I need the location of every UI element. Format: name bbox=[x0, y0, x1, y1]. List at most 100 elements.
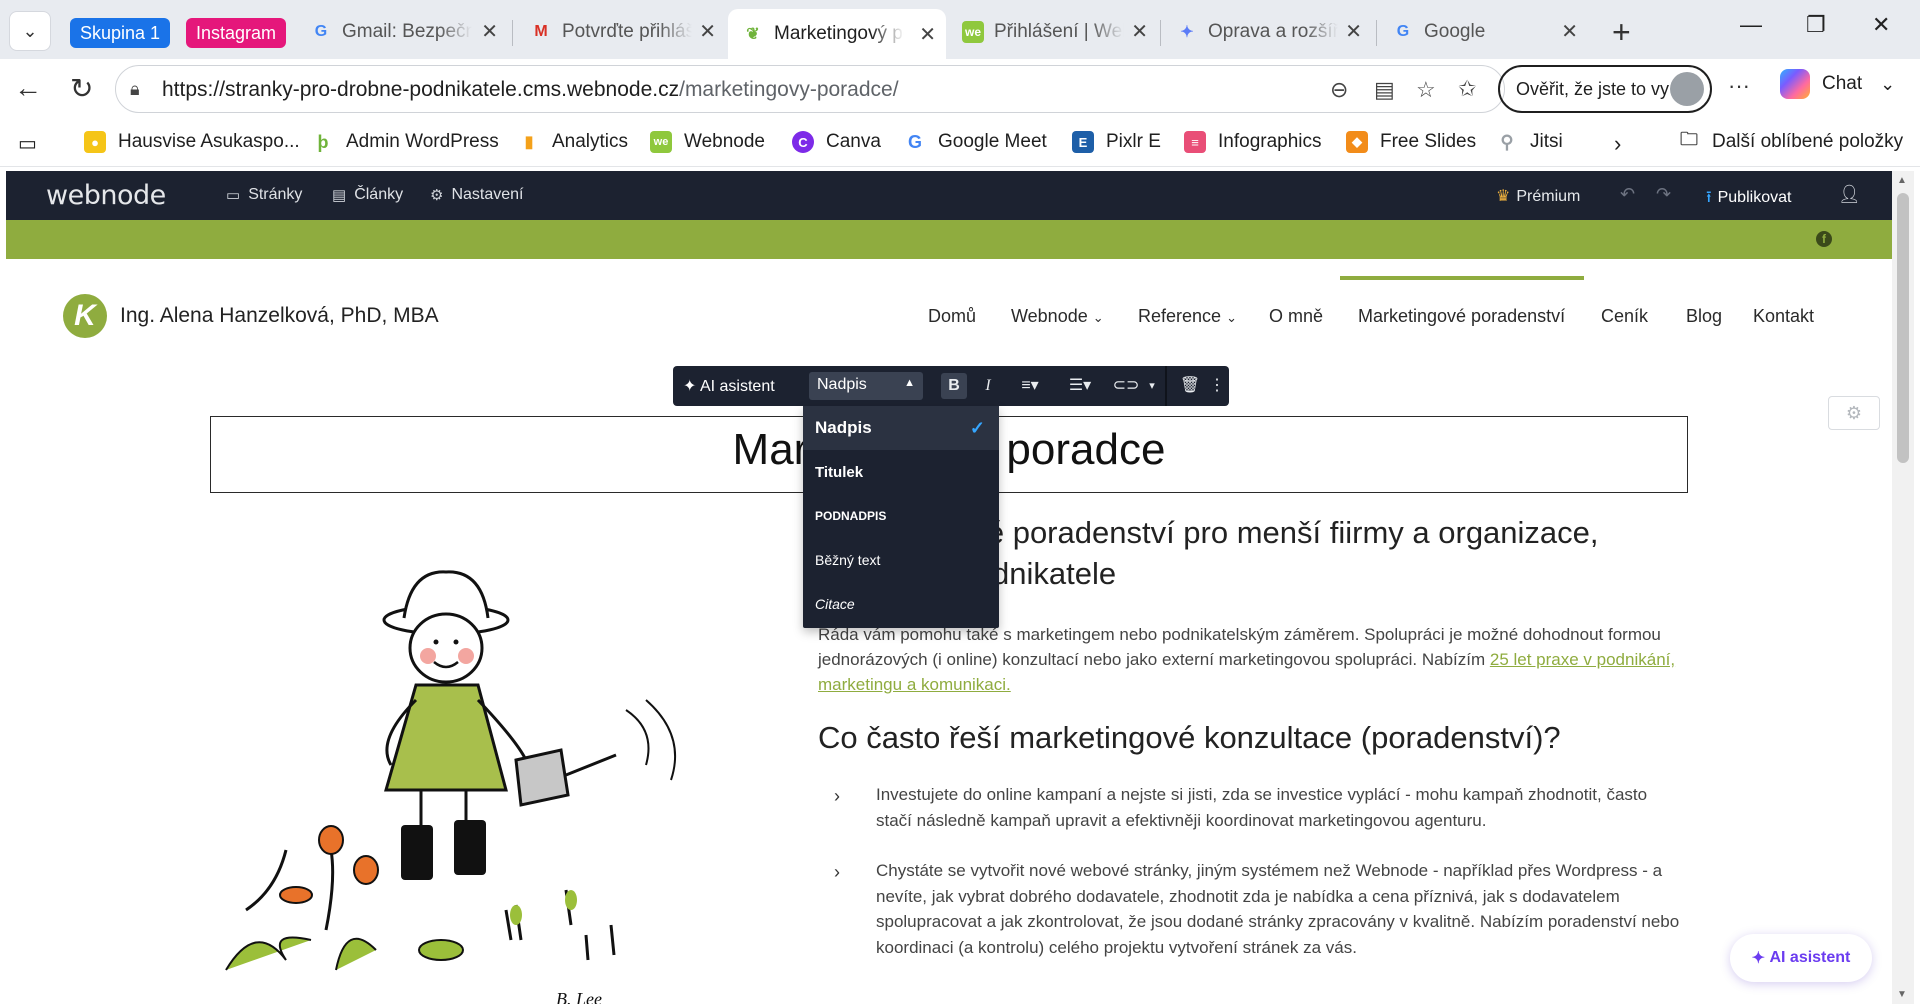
tab-marketing-active[interactable]: ❦ Marketingový poradce ✕ bbox=[728, 9, 946, 59]
url-text[interactable]: https://stranky-pro-drobne-podnikatele.c… bbox=[162, 78, 899, 102]
lock-icon[interactable]: 🔒︎ bbox=[130, 79, 140, 100]
style-option-podnadpis[interactable]: PODNADPIS bbox=[803, 494, 999, 538]
webnode-icon: we bbox=[650, 131, 672, 153]
list-item[interactable]: Investujete do online kampaní a nejste s… bbox=[876, 782, 1686, 833]
bookmark-label: Canva bbox=[826, 131, 881, 152]
webnode-logo[interactable]: webnode bbox=[46, 180, 166, 211]
tab-google[interactable]: G Google ✕ bbox=[1378, 9, 1588, 54]
tab-search-button[interactable]: ⌄ bbox=[9, 11, 51, 51]
premium-button[interactable]: ♛ Prémium bbox=[1496, 186, 1580, 206]
tab-group-skupina[interactable]: Skupina 1 bbox=[70, 18, 171, 48]
folder-icon: 🗀︎ bbox=[1678, 129, 1700, 153]
menu-articles[interactable]: ▤ Články bbox=[332, 186, 403, 204]
reader-mode-icon[interactable]: ▤ bbox=[1374, 77, 1395, 103]
section-heading[interactable]: Co často řeší marketingové konzultace (p… bbox=[818, 720, 1698, 756]
more-menu-icon[interactable]: ··· bbox=[1728, 73, 1750, 99]
reload-button[interactable]: ↻ bbox=[70, 72, 93, 105]
more-vertical-icon[interactable]: ⋮ bbox=[1209, 373, 1225, 399]
undo-icon[interactable]: ↶ bbox=[1620, 184, 1635, 205]
bookmark-google-meet[interactable]: G Google Meet bbox=[904, 131, 1047, 153]
style-option-citace[interactable]: Citace bbox=[803, 582, 999, 626]
tab-confirm-login[interactable]: M Potvrďte přihlášení ✕ bbox=[516, 9, 726, 54]
option-label: Běžný text bbox=[815, 552, 881, 568]
text-style-select[interactable]: Nadpis ▲ bbox=[809, 372, 923, 400]
italic-button[interactable]: I bbox=[975, 373, 1001, 399]
close-icon[interactable]: ✕ bbox=[1131, 19, 1148, 44]
bookmark-hausvise[interactable]: ● Hausvise Asukaspo... bbox=[84, 131, 300, 153]
back-button[interactable]: ← bbox=[14, 72, 42, 104]
menu-pages[interactable]: ▭ Stránky bbox=[226, 186, 302, 204]
jitsi-icon: ⚲ bbox=[1496, 131, 1518, 153]
link-dropdown-icon[interactable]: ▾ bbox=[1145, 373, 1159, 399]
tab-gemini[interactable]: ✦ Oprava a rozšíření ✕ bbox=[1162, 9, 1372, 54]
style-option-titulek[interactable]: Titulek bbox=[803, 450, 999, 494]
bookmark-webnode[interactable]: we Webnode bbox=[650, 131, 765, 153]
close-icon[interactable]: ✕ bbox=[699, 19, 716, 44]
canva-icon: C bbox=[792, 131, 814, 153]
site-logo-icon[interactable]: K bbox=[63, 294, 107, 338]
bookmark-other-favorites[interactable]: 🗀︎ Další oblíbené položky bbox=[1678, 129, 1903, 153]
ai-assistant-button[interactable]: ✦ AI asistent bbox=[683, 376, 775, 396]
premium-label: Prémium bbox=[1516, 188, 1581, 205]
nav-blog[interactable]: Blog bbox=[1686, 306, 1722, 327]
style-option-bezny-text[interactable]: Běžný text bbox=[803, 538, 999, 582]
bookmark-infographics[interactable]: ≡ Infographics bbox=[1184, 131, 1322, 153]
star-icon[interactable]: ☆ bbox=[1416, 77, 1436, 103]
bookmark-wordpress[interactable]: ϸ Admin WordPress bbox=[312, 131, 499, 153]
intro-paragraph[interactable]: Ráda vám pomohu také s marketingem nebo … bbox=[818, 622, 1678, 697]
chevron-right-icon[interactable]: › bbox=[1614, 131, 1621, 157]
scroll-down-icon[interactable]: ▼ bbox=[1897, 989, 1907, 1000]
minimize-button[interactable]: — bbox=[1740, 12, 1762, 38]
publish-button[interactable]: ⭱ Publikovat bbox=[1706, 186, 1791, 213]
user-icon[interactable]: 👤︎ bbox=[1838, 184, 1861, 205]
block-settings-gear-icon[interactable]: ⚙ bbox=[1828, 396, 1880, 430]
close-icon[interactable]: ✕ bbox=[919, 22, 936, 47]
align-button[interactable]: ≡▾ bbox=[1013, 373, 1047, 399]
bold-button[interactable]: B bbox=[941, 373, 967, 399]
list-button[interactable]: ☰▾ bbox=[1063, 373, 1097, 399]
site-name[interactable]: Ing. Alena Hanzelková, PhD, MBA bbox=[120, 304, 439, 328]
close-icon[interactable]: ✕ bbox=[481, 19, 498, 44]
ai-assistant-floating-button[interactable]: ✦ AI asistent bbox=[1730, 934, 1872, 982]
nav-pricing[interactable]: Ceník bbox=[1601, 306, 1648, 327]
tab-group-instagram[interactable]: Instagram bbox=[186, 18, 287, 48]
list-item[interactable]: Chystáte se vytvořit nové webové stránky… bbox=[876, 858, 1686, 960]
tab-gmail[interactable]: G Gmail: Bezpečný ✕ bbox=[296, 9, 508, 54]
address-bar[interactable]: 🔒︎ https://stranky-pro-drobne-podnikatel… bbox=[115, 65, 1505, 113]
nav-marketing[interactable]: Marketingové poradenství bbox=[1358, 306, 1565, 327]
browser-toolbar: ← ↻ 🔒︎ https://stranky-pro-drobne-podnik… bbox=[0, 59, 1920, 121]
chevron-down-icon[interactable]: ⌄ bbox=[1880, 74, 1895, 95]
redo-icon[interactable]: ↷ bbox=[1656, 184, 1671, 205]
page-scrollbar[interactable]: ▲ ▼ bbox=[1892, 171, 1914, 1004]
bookmark-free-slides[interactable]: ◆ Free Slides bbox=[1346, 131, 1476, 153]
close-icon[interactable]: ✕ bbox=[1561, 19, 1578, 44]
close-icon[interactable]: ✕ bbox=[1345, 19, 1362, 44]
bookmark-canva[interactable]: C Canva bbox=[792, 131, 881, 153]
scrollbar-thumb[interactable] bbox=[1897, 193, 1909, 463]
facebook-icon[interactable]: f bbox=[1816, 231, 1832, 247]
profile-verify-button[interactable]: Ověřit, že jste to vy bbox=[1498, 65, 1712, 113]
copilot-chat-button[interactable]: Chat ⌄ bbox=[1780, 69, 1895, 99]
new-tab-button[interactable]: + bbox=[1612, 14, 1631, 51]
close-window-button[interactable]: ✕ bbox=[1872, 12, 1890, 38]
sidebar-toggle-icon[interactable]: ▭ bbox=[18, 131, 37, 156]
nav-reference[interactable]: Reference ⌄ bbox=[1138, 306, 1237, 327]
favorites-icon[interactable]: ✩ bbox=[1458, 76, 1476, 102]
tab-webnode-login[interactable]: we Přihlášení | Webnode ✕ bbox=[948, 9, 1158, 54]
nav-contact[interactable]: Kontakt bbox=[1753, 306, 1814, 327]
analytics-icon: ▮ bbox=[518, 131, 540, 153]
bookmark-jitsi[interactable]: ⚲ Jitsi bbox=[1496, 131, 1563, 153]
bookmark-analytics[interactable]: ▮ Analytics bbox=[518, 131, 628, 153]
menu-settings[interactable]: ⚙ Nastavení bbox=[430, 186, 524, 204]
nav-webnode[interactable]: Webnode ⌄ bbox=[1011, 306, 1104, 327]
trash-icon[interactable]: 🗑︎ bbox=[1175, 373, 1205, 399]
pixlr-icon: E bbox=[1072, 131, 1094, 153]
bookmark-pixlr[interactable]: E Pixlr E bbox=[1072, 131, 1161, 153]
restore-button[interactable]: ❐ bbox=[1806, 12, 1826, 38]
link-icon[interactable]: ⊂⊃ bbox=[1111, 373, 1141, 399]
nav-about[interactable]: O mně bbox=[1269, 306, 1323, 327]
scroll-up-icon[interactable]: ▲ bbox=[1897, 175, 1907, 186]
zoom-icon[interactable]: ⊖ bbox=[1330, 77, 1348, 103]
style-option-nadpis[interactable]: Nadpis ✓ bbox=[803, 406, 999, 450]
nav-home[interactable]: Domů bbox=[928, 306, 976, 327]
